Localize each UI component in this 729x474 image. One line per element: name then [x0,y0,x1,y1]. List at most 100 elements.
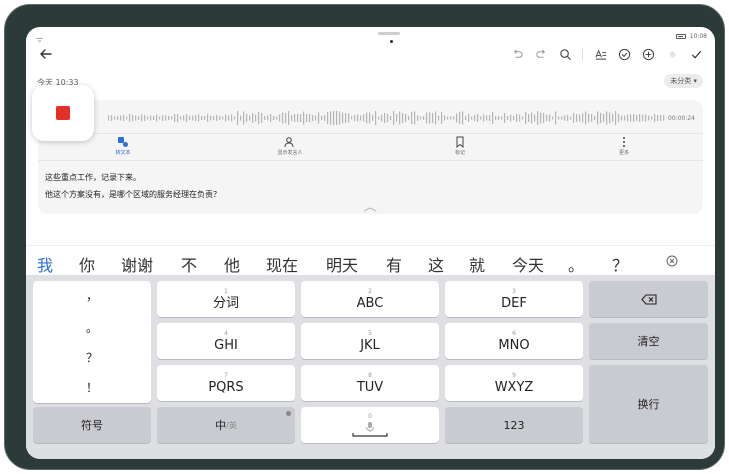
key-8[interactable]: 8 TUV [301,365,439,401]
waveform-bar [177,114,179,122]
waveform-bar [342,112,344,124]
waveform-bar [267,115,269,121]
key-7[interactable]: 7 PQRS [157,365,295,401]
key-5[interactable]: 5 JKL [301,323,439,359]
text-format-icon[interactable] [593,47,607,61]
search-icon[interactable] [558,47,572,61]
waveform-bar [279,114,281,122]
key-1[interactable]: 1 分词 [157,281,295,317]
waveform-bar [639,114,641,122]
candidate-word[interactable]: 就 [469,252,485,276]
waveform-bar [159,116,161,120]
key-4[interactable]: 4 GHI [157,323,295,359]
waveform-bar [291,115,293,121]
punct-period[interactable]: 。 [33,319,151,336]
waveform[interactable] [108,110,668,126]
waveform-bar [543,113,545,123]
waveform-bar [357,114,359,122]
punctuation-column[interactable]: ， 。 ？ ！ [33,281,151,403]
waveform-bar [198,114,200,122]
waveform-bar [246,114,248,122]
backspace-key[interactable] [589,281,708,317]
waveform-bar [231,114,233,122]
number-mode-key[interactable]: 123 [445,407,583,443]
checklist-icon[interactable] [617,47,631,61]
enter-key[interactable]: 换行 [589,365,708,443]
waveform-bar [192,115,194,121]
waveform-bar [249,115,251,121]
waveform-bar [297,114,299,122]
key-0-space[interactable]: 0 [301,407,439,443]
waveform-bar [648,115,650,121]
undo-icon[interactable] [510,47,524,61]
add-icon[interactable] [641,47,655,61]
candidate-word[interactable]: 谢谢 [121,252,153,276]
tablet-bezel: ᯤ 10:08 今天 10:33 未分类 ▾ 00:00:24 转文本 显示发言… [4,4,725,470]
candidate-word[interactable]: 这 [428,252,444,276]
backspace-icon [640,293,657,305]
waveform-bar [243,111,245,125]
candidate-word[interactable]: 有 [386,252,402,276]
key-label: 换行 [637,398,660,411]
candidate-word[interactable]: 今天 [512,252,544,276]
camera-dot [390,40,393,43]
waveform-bar [375,111,377,125]
language-switch-key[interactable]: 中/英 [157,407,295,443]
back-arrow-icon[interactable] [38,46,54,62]
candidate-word[interactable]: 你 [79,252,95,276]
waveform-bar [399,111,401,125]
waveform-bar [114,116,116,120]
action-label: 更多 [618,150,629,156]
candidate-word[interactable]: 我 [37,252,53,276]
candidate-word[interactable]: 明天 [326,252,358,276]
waveform-bar [510,114,512,122]
waveform-bar [183,115,185,121]
waveform-bar [129,114,131,122]
stop-recording-button[interactable] [32,85,94,141]
transcript-line[interactable]: 这些重点工作，记录下来。 [45,172,141,183]
waveform-bar [531,112,533,124]
bookmark-button[interactable]: 标记 [430,136,490,156]
key-6[interactable]: 6 MNO [445,323,583,359]
waveform-bar [645,114,647,122]
category-dropdown[interactable]: 未分类 ▾ [664,74,703,88]
waveform-bar [240,115,242,121]
waveform-bar [228,115,230,121]
redo-icon[interactable] [534,47,548,61]
candidate-word[interactable]: 不 [181,252,197,276]
punct-exclamation[interactable]: ！ [33,379,151,396]
waveform-bar [369,112,371,124]
key-2[interactable]: 2 ABC [301,281,439,317]
punct-question[interactable]: ？ [33,349,151,366]
key-label: JKL [360,337,380,353]
collapse-chevron-icon[interactable] [360,206,380,212]
waveform-bar [459,112,461,124]
punct-comma[interactable]: ， [33,287,151,304]
stop-icon [56,106,70,120]
globe-indicator-icon [286,411,291,416]
symbol-key[interactable]: 符号 [33,407,151,443]
waveform-bar [327,112,329,124]
key-9[interactable]: 9 WXYZ [445,365,583,401]
dismiss-candidates-icon[interactable] [666,255,678,267]
candidate-word[interactable]: 。 [568,252,584,276]
top-handle[interactable] [378,32,400,35]
done-check-icon[interactable] [689,47,703,61]
clear-key[interactable]: 清空 [589,323,708,359]
waveform-bar [564,115,566,121]
transcript-line[interactable]: 他这个方案没有，是哪个区域的服务经理在负责？ [45,189,221,200]
transcribe-button[interactable]: 转文本 [93,136,153,156]
candidate-word[interactable]: 他 [224,252,240,276]
waveform-bar [174,114,176,122]
waveform-bar [555,111,557,125]
waveform-bar [417,115,419,121]
waveform-bar [579,114,581,122]
candidate-word[interactable]: ？ [612,252,628,276]
show-speaker-button[interactable]: 显示发言人 [260,136,320,156]
eraser-icon[interactable] [665,47,679,61]
key-3[interactable]: 3 DEF [445,281,583,317]
key-label: TUV [356,379,384,395]
candidate-word[interactable]: 现在 [266,252,298,276]
waveform-bar [162,115,164,121]
more-button[interactable]: 更多 [594,136,654,156]
